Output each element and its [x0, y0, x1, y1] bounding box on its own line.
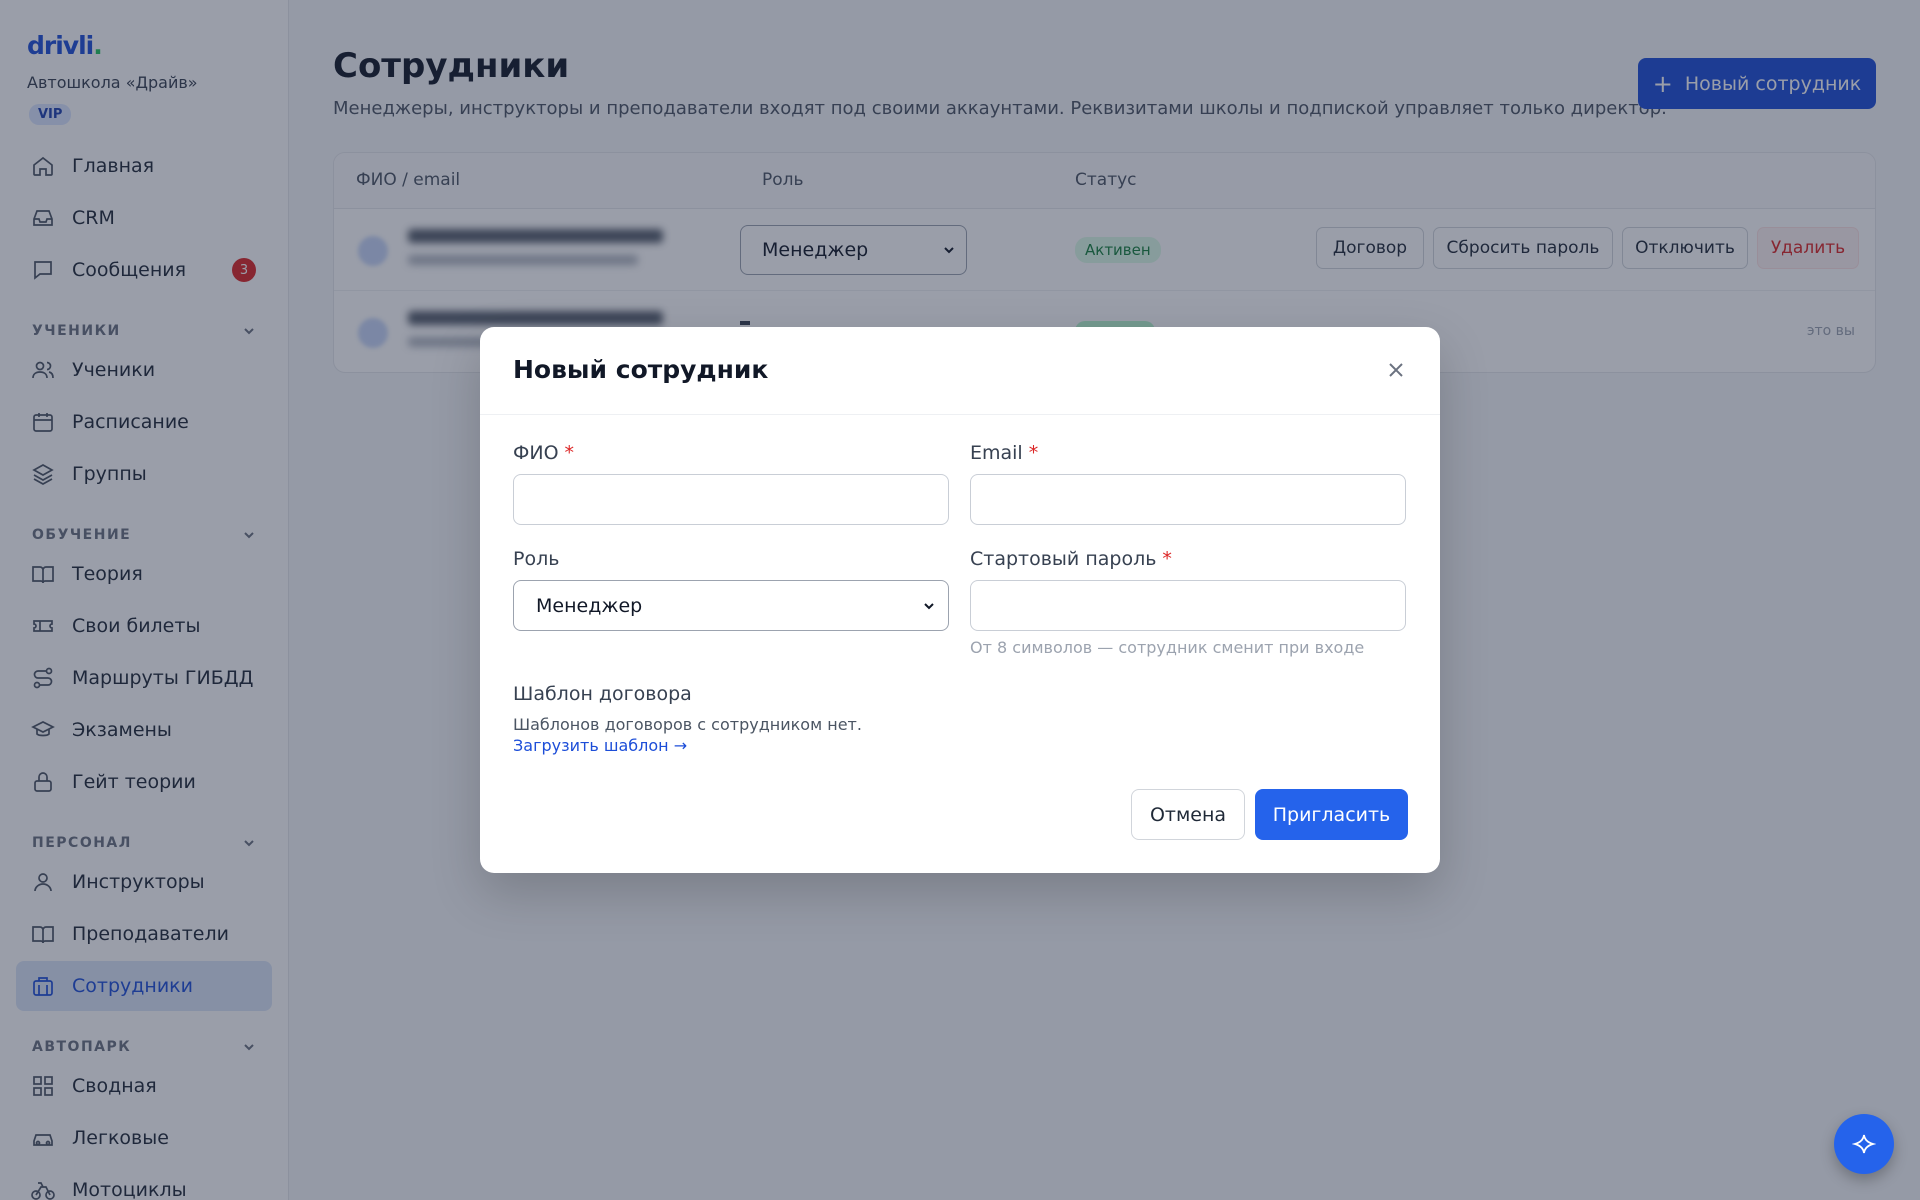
close-icon[interactable]	[1386, 360, 1406, 380]
dialog-title: Новый сотрудник	[513, 355, 769, 384]
fio-label: ФИО *	[513, 442, 575, 464]
upload-template-link[interactable]: Загрузить шаблон →	[513, 736, 687, 755]
contract-template-text: Шаблонов договоров с сотрудником нет. За…	[513, 715, 862, 755]
password-input[interactable]	[970, 580, 1406, 631]
role-label: Роль	[513, 548, 560, 570]
role-select[interactable]: Менеджер	[513, 580, 949, 631]
invite-button[interactable]: Пригласить	[1255, 789, 1408, 840]
chevron-down-icon	[924, 603, 934, 610]
contract-template-title: Шаблон договора	[513, 683, 692, 705]
password-label: Стартовый пароль *	[970, 548, 1172, 570]
sparkle-icon	[1852, 1134, 1876, 1154]
fio-input[interactable]	[513, 474, 949, 525]
dialog-header: Новый сотрудник	[480, 327, 1440, 415]
new-employee-dialog: Новый сотрудник ФИО * Email * Роль Менедже…	[480, 327, 1440, 873]
cancel-button[interactable]: Отмена	[1131, 789, 1245, 840]
email-input[interactable]	[970, 474, 1406, 525]
email-label: Email *	[970, 442, 1039, 464]
assistant-button[interactable]	[1834, 1114, 1894, 1174]
password-hint: От 8 символов — сотрудник сменит при вхо…	[970, 638, 1365, 657]
